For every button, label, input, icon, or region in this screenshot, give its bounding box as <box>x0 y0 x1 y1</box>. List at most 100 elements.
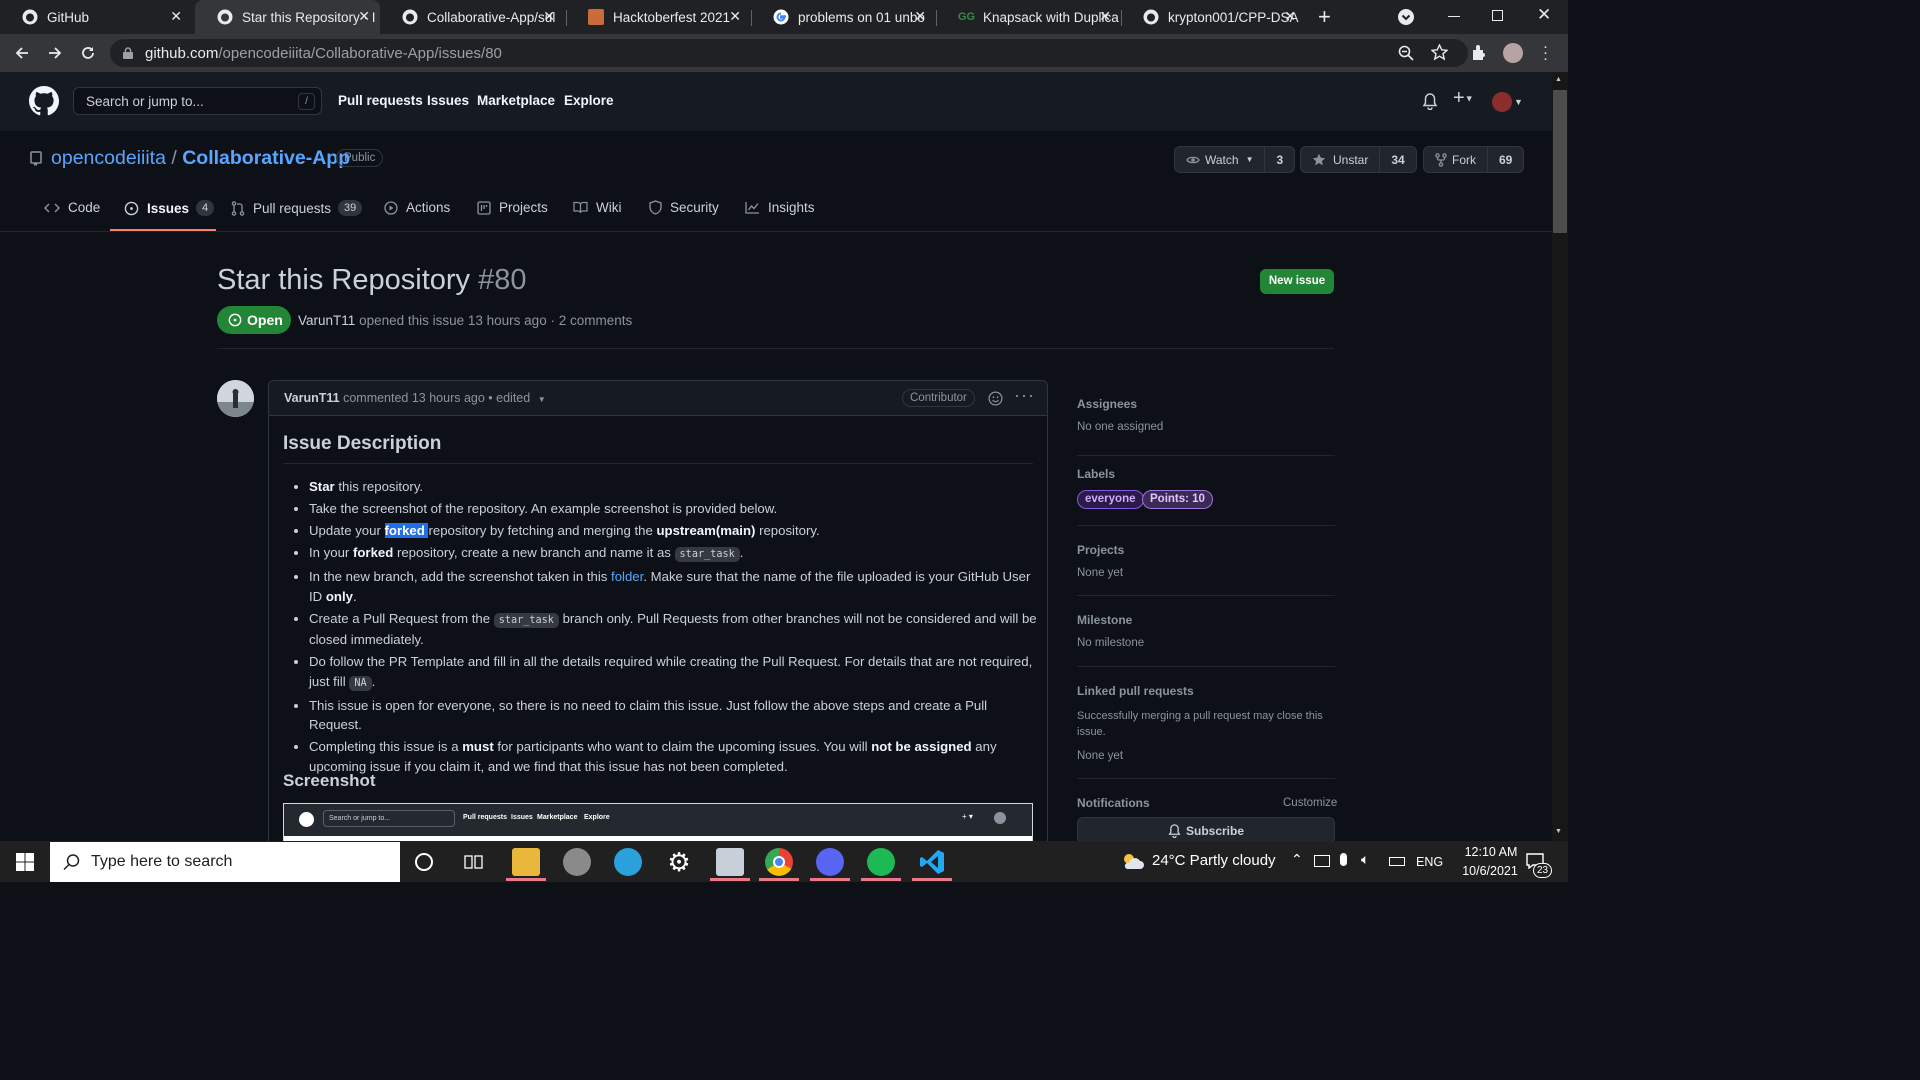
tab-hacktoberfest[interactable]: Hacktoberfest 2021 ✕ <box>566 0 751 34</box>
tab-search-icon[interactable] <box>1398 9 1414 25</box>
tab-star-this-repository[interactable]: Star this Repository · I ✕ <box>195 0 380 34</box>
close-tab-icon[interactable]: ✕ <box>914 9 926 25</box>
smiley-reaction-icon[interactable] <box>988 391 1003 406</box>
user-avatar[interactable] <box>1492 92 1512 112</box>
telegram-icon[interactable] <box>614 848 642 876</box>
commenter-avatar[interactable] <box>217 380 254 417</box>
milestone-heading[interactable]: Milestone <box>1077 613 1335 627</box>
github-logo-icon[interactable] <box>29 86 59 116</box>
extensions-icon[interactable] <box>1471 44 1488 61</box>
issue-author-link[interactable]: VarunT11 <box>298 313 355 328</box>
unstar-button[interactable]: Unstar 34 <box>1300 146 1417 173</box>
new-issue-button[interactable]: New issue <box>1260 269 1334 294</box>
browser-menu-icon[interactable]: · · · <box>1543 39 1548 66</box>
nav-explore[interactable]: Explore <box>564 93 614 108</box>
microphone-icon[interactable] <box>1340 853 1347 866</box>
nav-issues[interactable]: Issues <box>427 93 469 108</box>
avatar-caret-down-icon[interactable]: ▼ <box>1514 97 1523 107</box>
tab-wiki[interactable]: Wiki <box>573 200 622 215</box>
inline-code: star_task <box>674 547 740 562</box>
folder-link[interactable]: folder <box>611 569 643 584</box>
clock-time[interactable]: 12:10 AM <box>1456 845 1526 859</box>
comment-author-link[interactable]: VarunT11 <box>284 391 340 405</box>
tab-krypton[interactable]: krypton001/CPP-DSA ✕ <box>1121 0 1306 34</box>
search-input[interactable]: Search or jump to... / <box>73 87 322 115</box>
restore-window-icon[interactable] <box>1492 10 1503 21</box>
subscribe-button[interactable]: Subscribe <box>1077 817 1335 844</box>
tab-google-search[interactable]: problems on 01 unbo ✕ <box>751 0 936 34</box>
network-icon[interactable] <box>1314 855 1330 867</box>
cortana-icon[interactable] <box>415 853 433 871</box>
create-new-dropdown[interactable]: +▼ <box>1453 87 1474 110</box>
labels-heading[interactable]: Labels <box>1077 467 1335 481</box>
spotify-icon[interactable] <box>867 848 895 876</box>
close-tab-icon[interactable]: ✕ <box>729 9 741 25</box>
close-tab-icon[interactable]: ✕ <box>170 9 182 25</box>
watch-count[interactable]: 3 <box>1264 147 1294 172</box>
close-window-icon[interactable]: ✕ <box>1537 5 1551 25</box>
google-icon <box>773 9 789 25</box>
battery-icon[interactable] <box>1389 857 1405 866</box>
notifications-bell-icon[interactable] <box>1422 93 1438 110</box>
weather-text[interactable]: 24°C Partly cloudy <box>1152 852 1276 869</box>
label-points[interactable]: Points: 10 <box>1142 490 1213 509</box>
taskbar-search-input[interactable]: Type here to search <box>50 842 400 882</box>
photos-icon[interactable] <box>716 848 744 876</box>
linked-pull-requests-value: None yet <box>1077 750 1124 762</box>
bookmark-star-icon[interactable] <box>1431 44 1448 61</box>
language-indicator[interactable]: ENG <box>1416 855 1443 869</box>
settings-gear-icon[interactable]: ⚙ <box>665 848 693 876</box>
tab-security[interactable]: Security <box>649 200 719 215</box>
close-tab-icon[interactable]: ✕ <box>543 9 555 25</box>
list-item: Do follow the PR Template and fill in al… <box>309 652 1039 693</box>
fork-count[interactable]: 69 <box>1487 147 1523 172</box>
repo-name-link[interactable]: Collaborative-App <box>182 147 350 169</box>
close-tab-icon[interactable]: ✕ <box>358 9 370 25</box>
tab-collaborative-app[interactable]: Collaborative-App/sul ✕ <box>380 0 565 34</box>
close-tab-icon[interactable]: ✕ <box>1284 9 1296 25</box>
address-bar[interactable]: github.com/opencodeiiita/Collaborative-A… <box>110 39 1468 67</box>
nav-marketplace[interactable]: Marketplace <box>477 93 555 108</box>
tray-chevron-up-icon[interactable]: ⌃ <box>1291 852 1303 868</box>
repo-owner-link[interactable]: opencodeiiita <box>51 147 166 169</box>
tab-knapsack[interactable]: GG Knapsack with Duplica ✕ <box>936 0 1121 34</box>
volume-icon[interactable]: 🔈︎ <box>1361 852 1369 868</box>
assignees-heading[interactable]: Assignees <box>1077 397 1335 411</box>
tab-issues[interactable]: Issues 4 <box>124 200 215 216</box>
tab-label: Insights <box>768 200 815 215</box>
watch-button[interactable]: Watch ▼ 3 <box>1174 146 1296 173</box>
customize-link[interactable]: Customize <box>1283 797 1337 809</box>
taskbar-search-placeholder: Type here to search <box>91 853 233 870</box>
tab-github[interactable]: GitHub ✕ <box>0 0 192 34</box>
scroll-down-icon[interactable]: ▼ <box>1555 828 1562 835</box>
forward-icon[interactable] <box>47 45 63 61</box>
reload-icon[interactable] <box>80 45 96 61</box>
tab-actions[interactable]: Actions <box>384 200 450 215</box>
file-explorer-icon[interactable] <box>512 848 540 876</box>
minimize-window-icon[interactable] <box>1448 16 1460 17</box>
task-view-icon[interactable] <box>464 853 484 871</box>
scrollbar-thumb[interactable] <box>1553 90 1567 233</box>
label-everyone[interactable]: everyone <box>1077 490 1144 509</box>
zoom-icon[interactable] <box>1398 45 1414 61</box>
kebab-menu-icon[interactable]: ··· <box>1014 385 1035 406</box>
scroll-up-icon[interactable]: ▲ <box>1555 76 1562 83</box>
edited-caret-down-icon[interactable]: ▼ <box>538 395 546 404</box>
discord-icon[interactable] <box>816 848 844 876</box>
profile-avatar[interactable] <box>1503 43 1523 63</box>
fork-button[interactable]: Fork 69 <box>1423 146 1525 173</box>
nav-pull-requests[interactable]: Pull requests <box>338 93 423 108</box>
tab-pull-requests[interactable]: Pull requests 39 <box>231 200 363 216</box>
tab-projects[interactable]: Projects <box>477 200 548 215</box>
new-tab-button[interactable]: + <box>1318 4 1331 30</box>
vscode-icon[interactable] <box>918 848 946 876</box>
back-icon[interactable] <box>14 45 30 61</box>
star-count[interactable]: 34 <box>1379 147 1415 172</box>
windows-start-icon[interactable] <box>16 853 34 871</box>
tab-code[interactable]: Code <box>44 200 100 215</box>
projects-heading[interactable]: Projects <box>1077 543 1335 557</box>
clock-date[interactable]: 10/6/2021 <box>1450 864 1530 878</box>
tab-insights[interactable]: Insights <box>745 200 815 215</box>
app-icon[interactable] <box>563 848 591 876</box>
close-tab-icon[interactable]: ✕ <box>1099 9 1111 25</box>
